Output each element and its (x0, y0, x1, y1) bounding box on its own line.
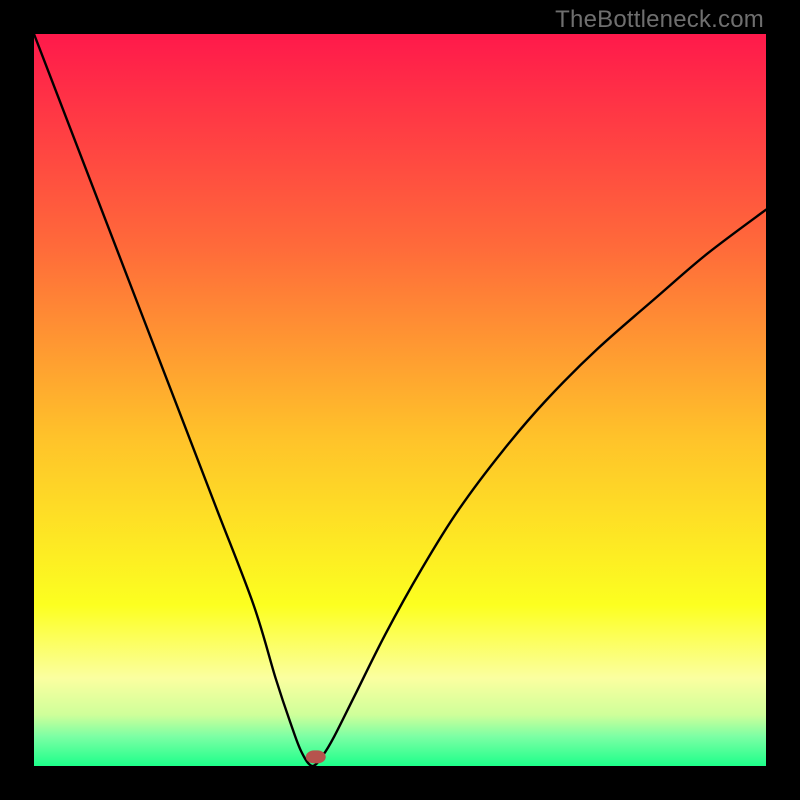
watermark-text: TheBottleneck.com (555, 6, 764, 34)
chart-frame: TheBottleneck.com (0, 0, 800, 800)
bottleneck-curve (34, 34, 766, 766)
curve-path (34, 34, 766, 766)
optimum-marker (306, 751, 326, 764)
